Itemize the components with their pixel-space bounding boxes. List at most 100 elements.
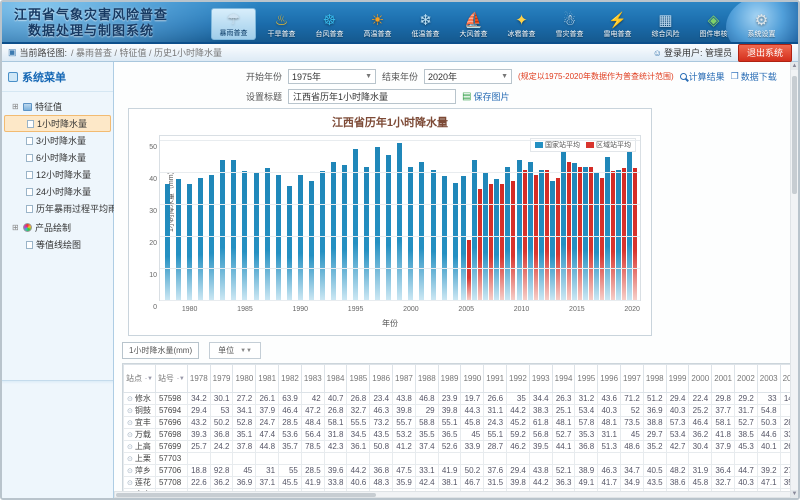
sidebar-item-24小时降水量[interactable]: 24小时降水量 [4,183,111,200]
radio-icon[interactable]: ⊙ [127,444,133,451]
bar-national-2004[interactable] [453,183,458,301]
toolbar-item-map-review[interactable]: ◈ 图件审核 [691,10,736,40]
expander-icon[interactable]: ⊞ [12,223,20,232]
year-column-header[interactable]: 1990 [461,365,484,393]
bar-national-1999[interactable] [397,143,402,301]
bar-national-1987[interactable] [265,168,270,301]
vertical-scroll-thumb[interactable] [792,76,797,194]
year-column-header[interactable]: 1981 [256,365,279,393]
radio-icon[interactable]: ⊙ [127,480,133,487]
toolbar-item-drought[interactable]: ♨ 干旱普查 [259,10,304,40]
bar-national-2006[interactable] [472,160,477,301]
bar-national-1997[interactable] [375,147,380,301]
bar-regional-2013[interactable] [556,178,560,301]
year-column-header[interactable]: 1998 [643,365,666,393]
sidebar-item-1小时降水量[interactable]: 1小时降水量 [4,115,111,132]
vertical-scrollbar[interactable]: ▲ ▼ [790,62,798,498]
table-row-铜鼓[interactable]: ⊙铜鼓 5769429.45334.137.946.447.226.832.74… [124,405,795,417]
bar-regional-2020[interactable] [633,168,637,301]
bar-national-2003[interactable] [442,176,447,301]
bar-regional-2011[interactable] [534,175,538,301]
bar-national-2001[interactable] [419,162,424,301]
save-image-button[interactable]: ▤保存图片 [462,90,509,103]
toolbar-item-hail[interactable]: ✦ 冰雹普查 [499,10,544,40]
bar-national-1979[interactable] [176,179,181,301]
bar-national-1996[interactable] [364,167,369,301]
toolbar-item-system-settings[interactable]: ⚙ 系统设置 [739,10,784,40]
year-column-header[interactable]: 1982 [279,365,302,393]
table-row-万载[interactable]: ⊙万载 5769839.336.835.147.453.656.431.834.… [124,429,795,441]
bar-national-1981[interactable] [198,178,203,301]
radio-icon[interactable]: ⊙ [127,456,133,463]
toolbar-item-snow[interactable]: ☃ 雪灾普查 [547,10,592,40]
sidebar-item-等值线绘图[interactable]: 等值线绘图 [4,236,111,253]
bar-national-1993[interactable] [331,162,336,301]
table-row-宜丰[interactable]: ⊙宜丰 5769643.250.252.824.728.548.458.155.… [124,417,795,429]
bar-national-2016[interactable] [583,167,588,301]
year-column-header[interactable]: 2000 [689,365,712,393]
calculate-button[interactable]: 计算结果 [680,70,725,83]
bar-national-1982[interactable] [209,175,214,301]
year-column-header[interactable]: 2002 [735,365,758,393]
toolbar-item-lowtemp[interactable]: ❄ 低温普查 [403,10,448,40]
tree-group-1[interactable]: ⊞ 产品绘制 [4,219,111,236]
bar-regional-2006[interactable] [478,189,482,301]
year-column-header[interactable]: 1979 [210,365,233,393]
bar-regional-2005[interactable] [467,240,471,301]
year-column-header[interactable]: 1980 [233,365,256,393]
bar-national-2013[interactable] [550,181,555,301]
year-column-header[interactable]: 1993 [529,365,552,393]
download-button[interactable]: ❐数据下载 [731,70,777,83]
bar-national-2015[interactable] [572,163,577,301]
toolbar-item-hightemp[interactable]: ☀ 高温普查 [355,10,400,40]
year-column-header[interactable]: 1987 [393,365,416,393]
bar-national-2009[interactable] [505,167,510,301]
unit-tag[interactable]: 1小时降水量(mm) [122,342,199,359]
bar-regional-2016[interactable] [589,167,593,301]
bar-national-2020[interactable] [627,151,632,301]
bar-national-1988[interactable] [276,175,281,301]
logout-button[interactable]: 退出系统 [738,44,792,62]
radio-icon[interactable]: ⊙ [127,468,133,475]
unit-dropdown[interactable]: 单位▼▼ [209,342,261,359]
table-row-上栗[interactable]: ⊙上栗 57703 [124,453,795,465]
bar-national-2008[interactable] [494,179,499,301]
year-column-header[interactable]: 1985 [347,365,370,393]
station-column-header[interactable]: 站点-▼ [126,373,153,384]
year-column-header[interactable]: 1986 [370,365,393,393]
table-row-萍乡[interactable]: ⊙萍乡 5770618.892.845315528.539.644.236.84… [124,465,795,477]
toolbar-item-rainstorm[interactable]: ☂ 暴雨普查 [211,8,256,40]
bar-regional-2014[interactable] [567,162,571,301]
bar-national-1986[interactable] [254,173,259,301]
toolbar-item-comprehensive-risk[interactable]: ▦ 综合风险 [643,10,688,40]
year-column-header[interactable]: 1992 [507,365,530,393]
year-column-header[interactable]: 1997 [621,365,644,393]
radio-icon[interactable]: ⊙ [127,420,133,427]
toolbar-item-typhoon[interactable]: ☸ 台风普查 [307,10,352,40]
bar-regional-2019[interactable] [622,168,626,301]
toolbar-item-lightning[interactable]: ⚡ 雷电普查 [595,10,640,40]
bar-national-2018[interactable] [605,157,610,301]
bar-national-2007[interactable] [483,173,488,301]
bar-regional-2017[interactable] [600,178,604,301]
chart-title-input[interactable]: 江西省历年1小时降水量 [288,89,456,104]
radio-icon[interactable]: ⊙ [127,408,133,415]
year-column-header[interactable]: 1983 [301,365,324,393]
bar-national-1984[interactable] [231,160,236,301]
year-column-header[interactable]: 1978 [187,365,210,393]
bar-regional-2008[interactable] [500,184,504,301]
bar-national-2014[interactable] [561,152,566,301]
end-year-select[interactable]: 2020年▼ [424,69,512,84]
year-column-header[interactable]: 2001 [712,365,735,393]
year-column-header[interactable]: 1994 [552,365,575,393]
radio-icon[interactable]: ⊙ [127,432,133,439]
bar-national-2017[interactable] [594,173,599,301]
year-column-header[interactable]: 1988 [415,365,438,393]
tree-group-0[interactable]: ⊞ 特征值 [4,98,111,115]
bar-national-1994[interactable] [342,165,347,301]
bar-national-1983[interactable] [220,160,225,301]
sidebar-item-历年暴雨过程平均雨量[interactable]: 历年暴雨过程平均雨量 [4,200,111,217]
toolbar-item-gale[interactable]: ⛵ 大风普查 [451,10,496,40]
year-column-header[interactable]: 1995 [575,365,598,393]
year-column-header[interactable]: 1991 [484,365,507,393]
